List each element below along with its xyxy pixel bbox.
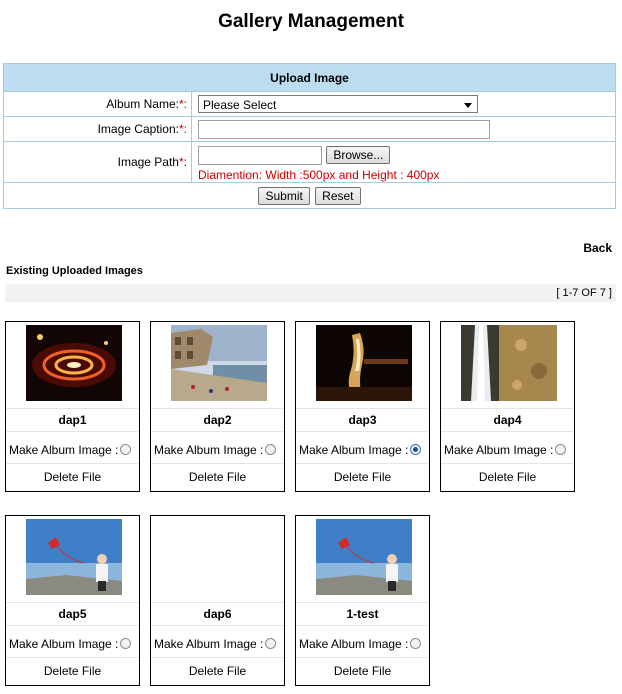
image-name: dap1	[6, 408, 139, 432]
delete-file-link[interactable]: Delete File	[296, 661, 429, 681]
divider	[151, 657, 284, 658]
album-select[interactable]: Please Select	[198, 95, 478, 113]
divider	[296, 657, 429, 658]
divider	[6, 463, 139, 464]
make-album-radio[interactable]	[265, 638, 276, 649]
delete-file-link[interactable]: Delete File	[6, 661, 139, 681]
delete-file-link[interactable]: Delete File	[151, 467, 284, 487]
divider	[296, 463, 429, 464]
page-title: Gallery Management	[218, 11, 404, 32]
delete-file-link[interactable]: Delete File	[6, 467, 139, 487]
required-mark: *	[178, 155, 184, 169]
riverside-icon[interactable]	[171, 325, 267, 401]
upload-header: Upload Image	[3, 63, 616, 92]
image-caption-input[interactable]	[198, 119, 490, 139]
make-album-label: Make Album Image :	[299, 637, 409, 651]
make-album-row: Make Album Image :	[296, 440, 429, 460]
waterfall-icon[interactable]	[461, 325, 557, 401]
make-album-row: Make Album Image :	[441, 440, 574, 460]
reset-button[interactable]: Reset	[315, 186, 361, 205]
make-album-radio[interactable]	[120, 638, 131, 649]
make-album-radio[interactable]	[555, 444, 566, 455]
make-album-label: Make Album Image :	[154, 443, 264, 457]
image-card: dap6 Make Album Image : Delete File	[150, 515, 285, 686]
upload-form: Upload Image Album Name:*: Please Select…	[3, 63, 616, 209]
make-album-row: Make Album Image :	[151, 440, 284, 460]
pager: [ 1-7 OF 7 ]	[5, 284, 616, 302]
image-card: dap4 Make Album Image : Delete File	[440, 321, 575, 492]
make-album-row: Make Album Image :	[296, 634, 429, 654]
image-name: dap3	[296, 408, 429, 432]
make-album-row: Make Album Image :	[6, 634, 139, 654]
make-album-radio[interactable]	[410, 638, 421, 649]
album-name-label: Album Name:*:	[3, 91, 192, 117]
make-album-label: Make Album Image :	[299, 443, 409, 457]
image-name: dap4	[441, 408, 574, 432]
make-album-radio[interactable]	[120, 444, 131, 455]
image-card: dap5 Make Album Image : Delete File	[5, 515, 140, 686]
image-path-input[interactable]	[198, 145, 322, 165]
album-select-value: Please Select	[203, 98, 277, 112]
divider	[151, 463, 284, 464]
make-album-row: Make Album Image :	[151, 634, 284, 654]
delete-file-link[interactable]: Delete File	[151, 661, 284, 681]
chevron-down-icon	[464, 103, 472, 108]
image-name: 1-test	[296, 602, 429, 626]
image-card: dap1 Make Album Image : Delete File	[5, 321, 140, 492]
image-card: dap2 Make Album Image : Delete File	[150, 321, 285, 492]
image-card: dap3 Make Album Image : Delete File	[295, 321, 430, 492]
make-album-radio[interactable]	[410, 444, 421, 455]
make-album-label: Make Album Image :	[444, 443, 554, 457]
existing-images-title: Existing Uploaded Images	[6, 265, 143, 277]
required-mark: *:	[178, 122, 187, 136]
delete-file-link[interactable]: Delete File	[296, 467, 429, 487]
image-name: dap6	[151, 602, 284, 626]
browse-button[interactable]: Browse...	[326, 146, 391, 164]
make-album-label: Make Album Image :	[9, 443, 119, 457]
sparkler-icon[interactable]	[26, 325, 122, 401]
image-name: dap5	[6, 602, 139, 626]
make-album-radio[interactable]	[265, 444, 276, 455]
delete-file-link[interactable]: Delete File	[441, 467, 574, 487]
empty-thumbnail	[151, 516, 284, 602]
image-caption-label: Image Caption:*:	[3, 116, 192, 142]
image-card: 1-test Make Album Image : Delete File	[295, 515, 430, 686]
image-path-label: Image Path*:	[3, 141, 192, 183]
dimension-hint: Diamention: Width :500px and Height : 40…	[198, 167, 440, 182]
submit-button[interactable]: Submit	[258, 186, 310, 205]
make-album-label: Make Album Image :	[154, 637, 264, 651]
night-light-icon[interactable]	[316, 325, 412, 401]
required-mark: *:	[178, 97, 187, 111]
divider	[6, 657, 139, 658]
kite-icon[interactable]	[316, 519, 412, 595]
image-name: dap2	[151, 408, 284, 432]
back-link[interactable]: Back	[583, 241, 612, 255]
divider	[441, 463, 574, 464]
make-album-row: Make Album Image :	[6, 440, 139, 460]
pager-text: [ 1-7 OF 7 ]	[556, 287, 612, 299]
make-album-label: Make Album Image :	[9, 637, 119, 651]
kite-icon[interactable]	[26, 519, 122, 595]
